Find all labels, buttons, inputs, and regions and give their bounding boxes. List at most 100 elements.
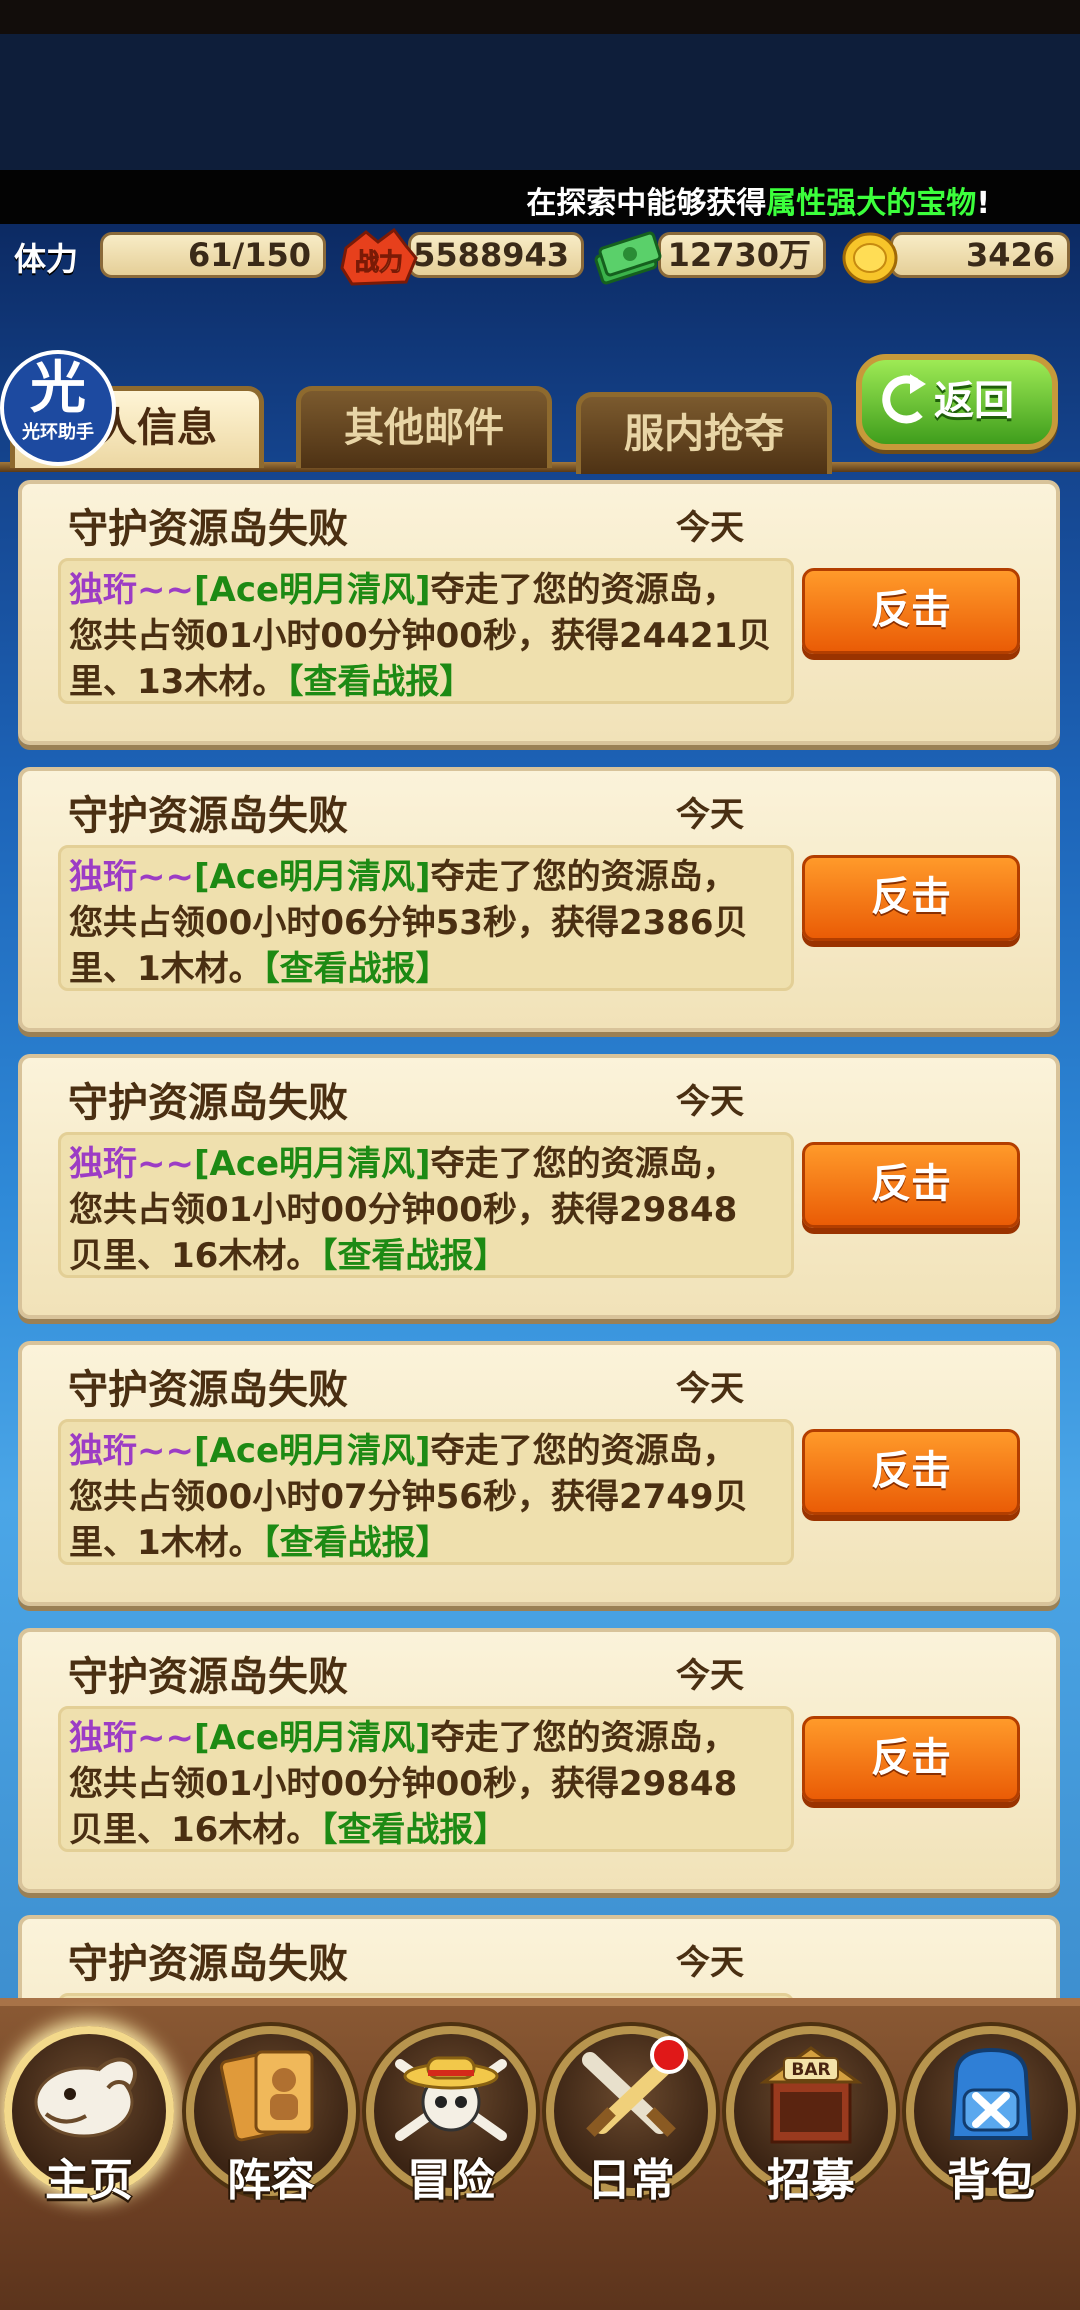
gold-value: 3426: [890, 232, 1070, 278]
attacker-name[interactable]: 独珩~~: [69, 570, 194, 610]
attacker-name[interactable]: 独珩~~: [69, 1718, 194, 1758]
merry-goat-icon: [34, 2057, 137, 2138]
back-button[interactable]: 返回: [856, 354, 1058, 450]
daily-notification-badge: [650, 2036, 688, 2074]
mail-text: 您共占领00小时07分钟56秒，获得2749贝: [69, 1477, 748, 1517]
view-report-link[interactable]: 【查看战报】: [263, 949, 450, 989]
mail-text: 里、13木材。: [69, 662, 287, 702]
power-icon-text: 战力: [355, 248, 403, 276]
mail-text: 里、1木材。: [69, 1523, 263, 1563]
back-button-label: 返回: [934, 378, 1014, 424]
header-band: [0, 34, 1080, 170]
mail-text: 您共占领01小时00分钟00秒，获得29848: [69, 1190, 738, 1230]
mail-card: 守护资源岛失败 今天 独珩~~[Ace明月清风]夺走了您的资源岛， 您共占领00…: [18, 1341, 1060, 1606]
bar-tavern-icon: BAR: [759, 2046, 863, 2144]
mail-card: 守护资源岛失败 今天: [18, 1915, 1060, 2000]
attacker-guild: [Ace明月清风]: [193, 857, 431, 897]
nav-label: 背包: [947, 2155, 1035, 2206]
counterattack-button[interactable]: 反击: [802, 1429, 1020, 1515]
mail-text: 夺走了您的资源岛，: [430, 857, 737, 897]
resource-bar: 体力 61/150 5588943 战力 12730万 3426: [0, 224, 1080, 290]
tab-server-plunder[interactable]: 服内抢夺: [576, 392, 832, 474]
mail-card: 守护资源岛失败 今天 独珩~~[Ace明月清风]夺走了您的资源岛， 您共占领01…: [18, 480, 1060, 745]
announcement-highlight: 属性强大的宝物: [766, 186, 977, 221]
mail-body: 独珩~~[Ace明月清风]夺走了您的资源岛， 您共占领00小时07分钟56秒，获…: [58, 1419, 794, 1565]
mail-text: 您共占领01小时00分钟00秒，获得29848: [69, 1764, 738, 1804]
stamina-label: 体力: [14, 240, 79, 278]
announcement-prefix: 在探索中能够获得: [526, 186, 767, 221]
attacker-guild: [Ace明月清风]: [193, 1431, 431, 1471]
nav-label: 主页: [45, 2155, 133, 2206]
watermark-small: 光环助手: [22, 422, 94, 443]
attacker-guild: [Ace明月清风]: [193, 570, 431, 610]
counterattack-button[interactable]: 反击: [802, 568, 1020, 654]
watermark-badge: 光 光环助手: [0, 350, 116, 466]
nav-backpack[interactable]: 背包: [906, 2026, 1076, 2216]
mail-card: 守护资源岛失败 今天 独珩~~[Ace明月清风]夺走了您的资源岛， 您共占领01…: [18, 1628, 1060, 1893]
announcement-suffix: !: [976, 186, 990, 221]
mail-body: 独珩~~[Ace明月清风]夺走了您的资源岛， 您共占领01小时00分钟00秒，获…: [58, 1132, 794, 1278]
status-bar: [0, 0, 1080, 34]
nav-label: 日常: [587, 2155, 675, 2206]
mail-text: 夺走了您的资源岛，: [430, 1144, 737, 1184]
mail-title: 守护资源岛失败: [68, 1080, 348, 1126]
bar-sign-text: BAR: [791, 2060, 830, 2080]
gold-coin-icon: [842, 232, 898, 284]
tab-other-mail[interactable]: 其他邮件: [296, 386, 552, 468]
mail-text: 贝里、16木材。: [69, 1236, 321, 1276]
attacker-name[interactable]: 独珩~~: [69, 1144, 194, 1184]
stamina-value[interactable]: 61/150: [100, 232, 326, 278]
mail-title: 守护资源岛失败: [68, 1654, 348, 1700]
mail-text: 夺走了您的资源岛，: [430, 1718, 737, 1758]
view-report-link[interactable]: 【查看战报】: [263, 1523, 450, 1563]
mail-list: 守护资源岛失败 今天 独珩~~[Ace明月清风]夺走了您的资源岛， 您共占领01…: [0, 480, 1080, 2000]
announcement-marquee: 在探索中能够获得属性强大的宝物!: [0, 170, 1080, 224]
mail-date: 今天: [676, 1369, 744, 1409]
mail-date: 今天: [676, 1082, 744, 1122]
mail-title: 守护资源岛失败: [68, 1367, 348, 1413]
mail-body: 独珩~~[Ace明月清风]夺走了您的资源岛， 您共占领01小时00分钟00秒，获…: [58, 558, 794, 704]
watermark-big: 光: [30, 356, 86, 421]
nav-top-edge: [0, 1998, 1080, 2006]
nav-label: 招募: [767, 2155, 855, 2206]
mail-title: 守护资源岛失败: [68, 793, 348, 839]
counterattack-button[interactable]: 反击: [802, 855, 1020, 941]
straw-hat-skull-icon: [395, 2056, 507, 2141]
view-report-link[interactable]: 【查看战报】: [320, 1810, 507, 1850]
mail-text: 您共占领01小时00分钟00秒，获得24421贝: [69, 616, 772, 656]
nav-lineup[interactable]: 阵容: [186, 2026, 356, 2216]
mail-card: 守护资源岛失败 今天 独珩~~[Ace明月清风]夺走了您的资源岛， 您共占领00…: [18, 767, 1060, 1032]
attacker-guild: [Ace明月清风]: [193, 1144, 431, 1184]
cash-value: 12730万: [658, 232, 826, 278]
mail-body: 独珩~~[Ace明月清风]夺走了您的资源岛， 您共占领00小时06分钟53秒，获…: [58, 845, 794, 991]
mail-text: 里、1木材。: [69, 949, 263, 989]
attacker-name[interactable]: 独珩~~: [69, 1431, 194, 1471]
power-value: 5588943: [408, 232, 584, 278]
announcement-text: 在探索中能够获得属性强大的宝物!: [526, 178, 990, 222]
cash-icon: [594, 231, 662, 285]
mail-title: 守护资源岛失败: [68, 1941, 348, 1987]
nav-adventure[interactable]: 冒险: [366, 2026, 536, 2216]
nav-label: 冒险: [407, 2155, 495, 2206]
mail-date: 今天: [676, 795, 744, 835]
mail-title: 守护资源岛失败: [68, 506, 348, 552]
power-icon: 战力: [340, 228, 418, 286]
attacker-name[interactable]: 独珩~~: [69, 857, 194, 897]
nav-daily[interactable]: 日常: [546, 2026, 716, 2216]
mail-text: 夺走了您的资源岛，: [430, 1431, 737, 1471]
attacker-guild: [Ace明月清风]: [193, 1718, 431, 1758]
mail-body: 独珩~~[Ace明月清风]夺走了您的资源岛， 您共占领01小时00分钟00秒，获…: [58, 1706, 794, 1852]
mail-text: 您共占领00小时06分钟53秒，获得2386贝: [69, 903, 748, 943]
counterattack-button[interactable]: 反击: [802, 1716, 1020, 1802]
nav-label: 阵容: [227, 2155, 315, 2206]
crew-cards-icon: [219, 2050, 314, 2142]
counterattack-button[interactable]: 反击: [802, 1142, 1020, 1228]
mail-text: 夺走了您的资源岛，: [430, 570, 737, 610]
view-report-link[interactable]: 【查看战报】: [320, 1236, 507, 1276]
mail-text: 贝里、16木材。: [69, 1810, 321, 1850]
nav-recruit[interactable]: BAR 招募: [726, 2026, 896, 2216]
bottom-nav: 主页 阵容 冒险 日常 BAR 招募 背包: [0, 1998, 1080, 2310]
view-report-link[interactable]: 【查看战报】: [286, 662, 473, 702]
nav-home[interactable]: 主页: [4, 2026, 174, 2216]
backpack-icon: [949, 2047, 1033, 2140]
